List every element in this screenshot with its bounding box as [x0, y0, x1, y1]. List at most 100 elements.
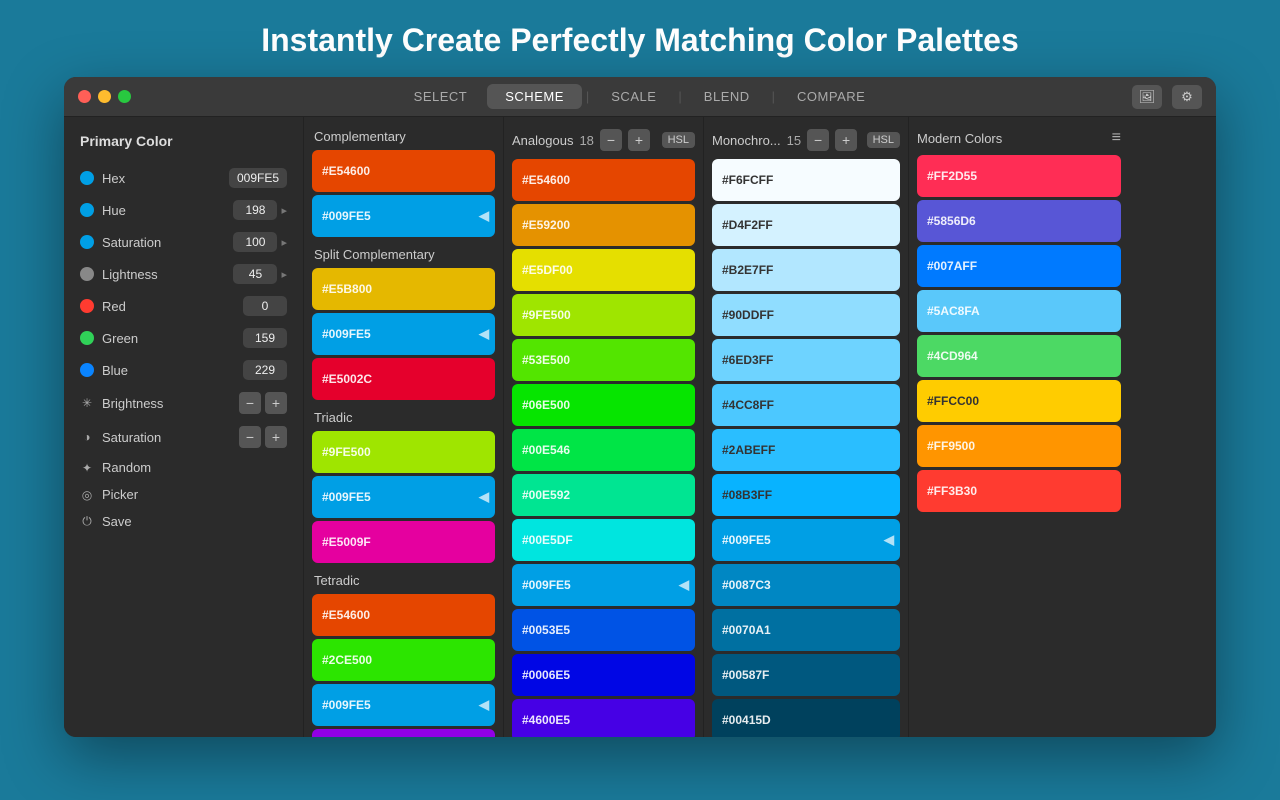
mod-3[interactable]: #5AC8FA	[917, 290, 1121, 332]
prop-save[interactable]: ⏻ Save	[76, 509, 291, 534]
ana-0[interactable]: #E54600	[512, 159, 695, 201]
blue-value[interactable]: 229	[243, 360, 287, 380]
mono-11[interactable]: #00587F	[712, 654, 900, 696]
hue-label: Hue	[102, 203, 233, 218]
mono-8[interactable]: #009FE5◀	[712, 519, 900, 561]
mono-7[interactable]: #08B3FF	[712, 474, 900, 516]
ana-5[interactable]: #06E500	[512, 384, 695, 426]
save-icon: ⏻	[80, 515, 94, 529]
ana-10[interactable]: #0053E5	[512, 609, 695, 651]
prop-picker[interactable]: ◎ Picker	[76, 482, 291, 507]
mono-0[interactable]: #F6FCFF	[712, 159, 900, 201]
mono-6[interactable]: #2ABEFF	[712, 429, 900, 471]
mono-1[interactable]: #D4F2FF	[712, 204, 900, 246]
mod-2[interactable]: #007AFF	[917, 245, 1121, 287]
split-color-1[interactable]: #009FE5◀	[312, 313, 495, 355]
modern-menu-icon[interactable]: ≡	[1112, 129, 1121, 147]
ana-9[interactable]: #009FE5◀	[512, 564, 695, 606]
mod-7[interactable]: #FF3B30	[917, 470, 1121, 512]
split-color-2[interactable]: #E5002C	[312, 358, 495, 400]
tab-scale[interactable]: SCALE	[593, 84, 674, 109]
minimize-button[interactable]	[98, 90, 111, 103]
mod-4[interactable]: #4CD964	[917, 335, 1121, 377]
close-button[interactable]	[78, 90, 91, 103]
mod-6[interactable]: #FF9500	[917, 425, 1121, 467]
split-header: Split Complementary	[312, 247, 495, 262]
main-content: Complementary #E54600 #009FE5◀ Split Com…	[304, 117, 1216, 737]
hue-value[interactable]: 198	[233, 200, 277, 220]
saturation2-plus[interactable]: +	[265, 426, 287, 448]
mono-4[interactable]: #6ED3FF	[712, 339, 900, 381]
lightness-value[interactable]: 45	[233, 264, 277, 284]
saturation2-btns: − +	[239, 426, 287, 448]
hue-dot	[80, 203, 94, 217]
prop-lightness: Lightness 45 ▸	[76, 259, 291, 289]
triadic-color-1[interactable]: #009FE5◀	[312, 476, 495, 518]
mono-10[interactable]: #0070A1	[712, 609, 900, 651]
mono-2[interactable]: #B2E7FF	[712, 249, 900, 291]
analogous-title: Analogous	[512, 133, 573, 148]
red-value[interactable]: 0	[243, 296, 287, 316]
ana-1[interactable]: #E59200	[512, 204, 695, 246]
prop-random[interactable]: ✦ Random	[76, 455, 291, 480]
ana-2[interactable]: #E5DF00	[512, 249, 695, 291]
settings-icon[interactable]: ⚙	[1172, 85, 1202, 109]
tab-scheme[interactable]: SCHEME	[487, 84, 582, 109]
tab-compare[interactable]: COMPARE	[779, 84, 883, 109]
brightness-plus[interactable]: +	[265, 392, 287, 414]
mono-9[interactable]: #0087C3	[712, 564, 900, 606]
comp-color-1[interactable]: #009FE5◀	[312, 195, 495, 237]
triadic-color-0[interactable]: #9FE500	[312, 431, 495, 473]
lightness-arrow[interactable]: ▸	[281, 268, 287, 281]
comp-color-0[interactable]: #E54600	[312, 150, 495, 192]
random-icon: ✦	[80, 461, 94, 475]
tab-blend[interactable]: BLEND	[686, 84, 768, 109]
tetradic-color-3[interactable]: #9200E5	[312, 729, 495, 737]
saturation-dot	[80, 235, 94, 249]
mod-1[interactable]: #5856D6	[917, 200, 1121, 242]
analogous-minus[interactable]: −	[600, 129, 622, 151]
app-window: SELECT SCHEME | SCALE | BLEND | COMPARE …	[64, 77, 1216, 737]
mod-0[interactable]: #FF2D55	[917, 155, 1121, 197]
ana-3[interactable]: #9FE500	[512, 294, 695, 336]
ana-6[interactable]: #00E546	[512, 429, 695, 471]
analogous-plus[interactable]: +	[628, 129, 650, 151]
ana-7[interactable]: #00E592	[512, 474, 695, 516]
mod-5[interactable]: #FFCC00	[917, 380, 1121, 422]
image-icon[interactable]: 🖼	[1132, 85, 1162, 109]
ana-4[interactable]: #53E500	[512, 339, 695, 381]
analogous-hsl[interactable]: HSL	[662, 132, 695, 148]
ana-11[interactable]: #0006E5	[512, 654, 695, 696]
prop-saturation2: ◑ Saturation − +	[76, 421, 291, 453]
traffic-lights	[78, 90, 131, 103]
sidebar: Primary Color Hex 009FE5 Hue 198 ▸ Satur…	[64, 117, 304, 737]
triadic-color-2[interactable]: #E5009F	[312, 521, 495, 563]
saturation2-label: Saturation	[102, 430, 239, 445]
ana-12[interactable]: #4600E5	[512, 699, 695, 737]
tetradic-color-2[interactable]: #009FE5◀	[312, 684, 495, 726]
prop-blue: Blue 229	[76, 355, 291, 385]
split-color-0[interactable]: #E5B800	[312, 268, 495, 310]
prop-red: Red 0	[76, 291, 291, 321]
saturation2-minus[interactable]: −	[239, 426, 261, 448]
mono-12[interactable]: #00415D	[712, 699, 900, 737]
blue-dot	[80, 363, 94, 377]
red-label: Red	[102, 299, 243, 314]
tetradic-color-0[interactable]: #E54600	[312, 594, 495, 636]
monochro-hsl[interactable]: HSL	[867, 132, 900, 148]
saturation-arrow[interactable]: ▸	[281, 236, 287, 249]
monochro-plus[interactable]: +	[835, 129, 857, 151]
tetradic-color-1[interactable]: #2CE500	[312, 639, 495, 681]
brightness-minus[interactable]: −	[239, 392, 261, 414]
hex-value[interactable]: 009FE5	[229, 168, 287, 188]
ana-8[interactable]: #00E5DF	[512, 519, 695, 561]
green-value[interactable]: 159	[243, 328, 287, 348]
mono-3[interactable]: #90DDFF	[712, 294, 900, 336]
saturation-value[interactable]: 100	[233, 232, 277, 252]
green-label: Green	[102, 331, 243, 346]
monochro-minus[interactable]: −	[807, 129, 829, 151]
hue-arrow[interactable]: ▸	[281, 204, 287, 217]
maximize-button[interactable]	[118, 90, 131, 103]
tab-select[interactable]: SELECT	[396, 84, 486, 109]
mono-5[interactable]: #4CC8FF	[712, 384, 900, 426]
